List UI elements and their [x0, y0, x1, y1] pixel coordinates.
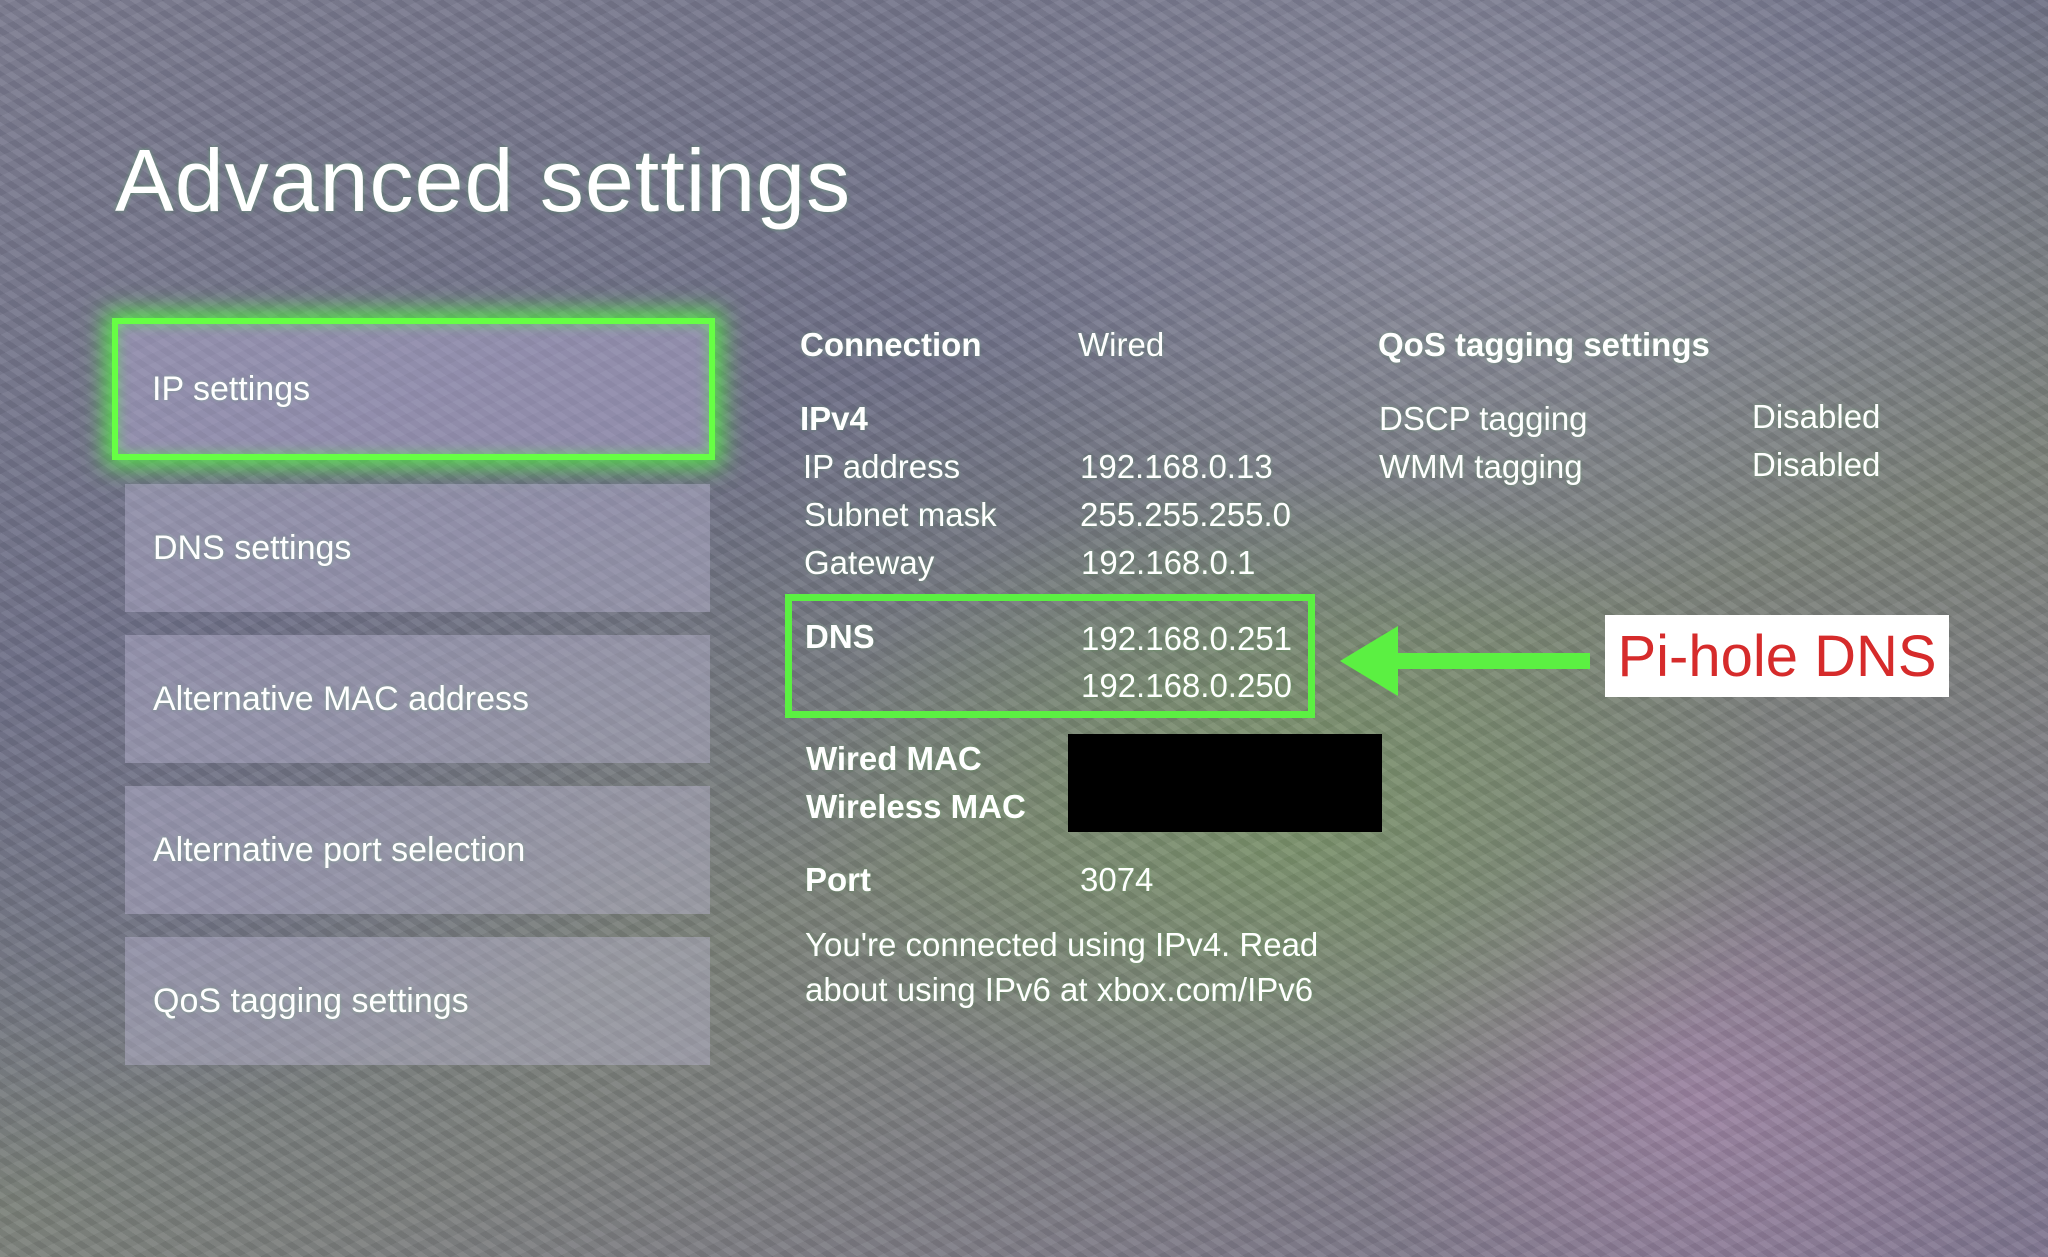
annotation-text: Pi-hole DNS: [1617, 623, 1937, 689]
menu-item-label: QoS tagging settings: [153, 981, 469, 1020]
wmm-tagging-label: WMM tagging: [1379, 448, 1583, 485]
page-title: Advanced settings: [115, 131, 852, 230]
menu-item-label: DNS settings: [153, 528, 352, 567]
qos-heading: QoS tagging settings: [1378, 326, 1710, 363]
port-label: Port: [805, 861, 871, 898]
ip-address-value: 192.168.0.13: [1080, 448, 1273, 485]
xbox-advanced-settings-screen: Advanced settings IP settings DNS settin…: [0, 0, 2048, 1257]
subnet-mask-label: Subnet mask: [804, 496, 997, 533]
menu-item-alternative-port-selection[interactable]: Alternative port selection: [125, 786, 710, 914]
connection-label: Connection: [800, 326, 982, 363]
ip-address-label: IP address: [803, 448, 961, 485]
left-arrow-icon: [1340, 626, 1590, 696]
wireless-mac-label: Wireless MAC: [806, 788, 1026, 825]
wmm-tagging-value: Disabled: [1752, 446, 1881, 483]
dscp-tagging-value: Disabled: [1752, 398, 1881, 435]
gateway-value: 192.168.0.1: [1081, 544, 1256, 581]
mac-address-redaction: [1068, 734, 1382, 832]
menu-item-label: IP settings: [152, 369, 311, 408]
menu-item-label: Alternative port selection: [153, 830, 526, 869]
menu-item-qos-tagging-settings[interactable]: QoS tagging settings: [125, 937, 710, 1065]
menu-item-label: Alternative MAC address: [153, 679, 530, 718]
menu-item-alternative-mac-address[interactable]: Alternative MAC address: [125, 635, 710, 763]
menu-item-ip-settings[interactable]: IP settings: [112, 318, 715, 460]
port-value: 3074: [1080, 861, 1154, 898]
subnet-mask-value: 255.255.255.0: [1080, 496, 1292, 533]
ipv4-heading: IPv4: [800, 400, 868, 437]
dns-secondary-value: 192.168.0.250: [1081, 667, 1293, 704]
wired-mac-label: Wired MAC: [806, 740, 982, 777]
ipv6-info-note: You're connected using IPv4. Read about …: [805, 926, 1319, 1008]
dns-primary-value: 192.168.0.251: [1081, 620, 1293, 657]
dscp-tagging-label: DSCP tagging: [1379, 400, 1588, 437]
gateway-label: Gateway: [804, 544, 935, 581]
pi-hole-dns-annotation: Pi-hole DNS: [1605, 615, 1949, 697]
dns-label: DNS: [805, 618, 875, 655]
menu-item-dns-settings[interactable]: DNS settings: [125, 484, 710, 612]
connection-value: Wired: [1078, 326, 1165, 363]
